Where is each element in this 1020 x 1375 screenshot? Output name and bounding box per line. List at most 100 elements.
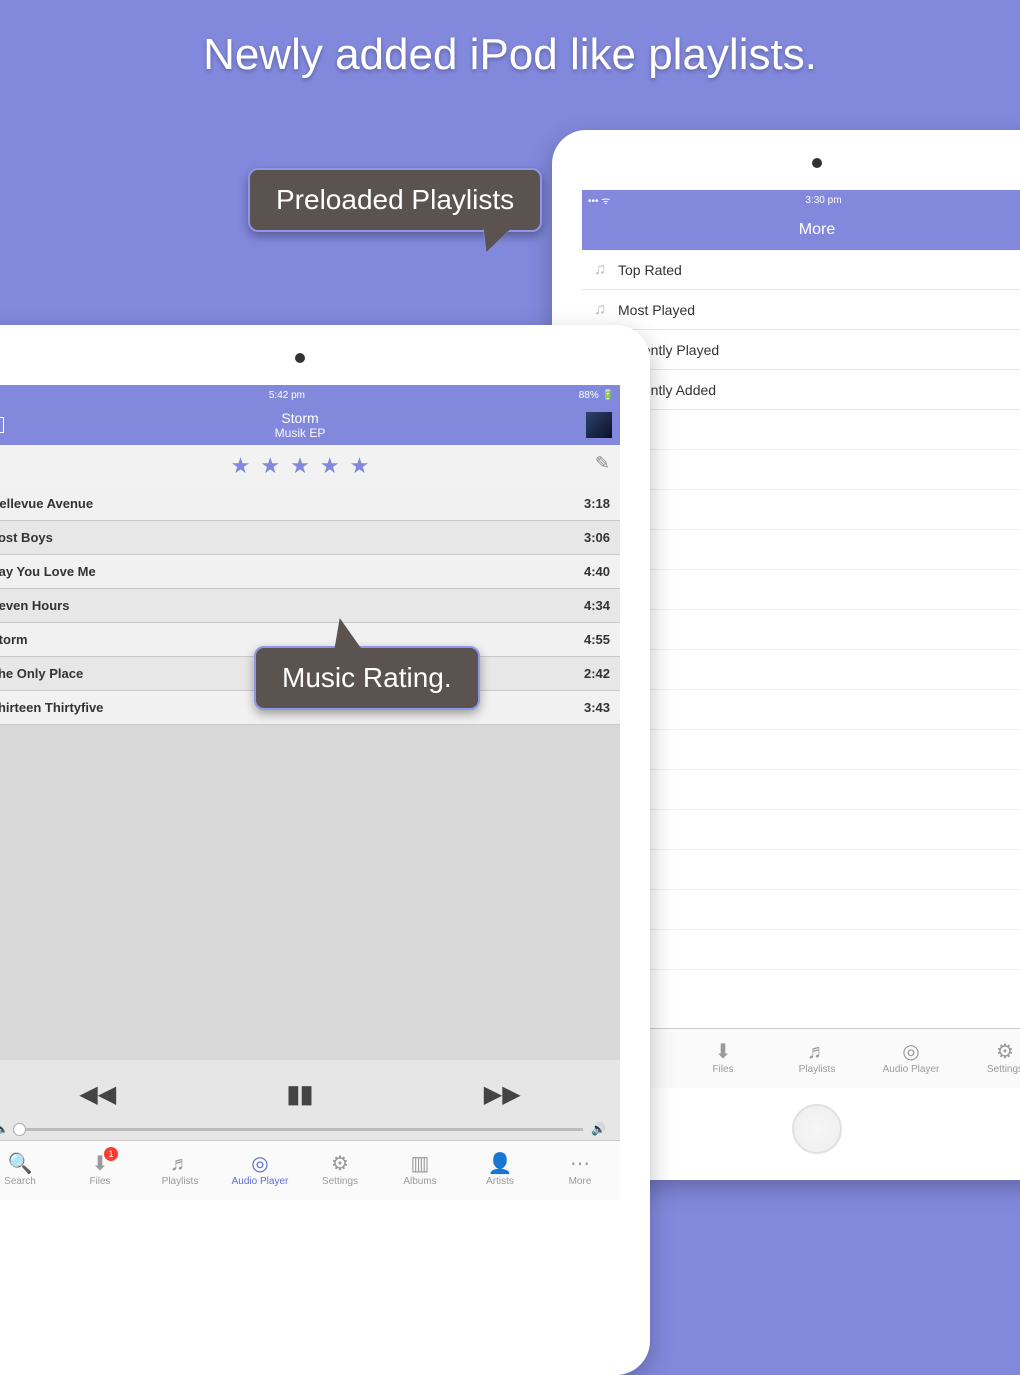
gear-icon: ⚙ xyxy=(996,1042,1014,1062)
tab-playlists[interactable]: ♬ Playlists xyxy=(770,1029,864,1088)
status-bar: ᯤ 5:42 pm 88% 🔋 xyxy=(0,385,620,405)
download-icon: ⬇ xyxy=(715,1042,732,1062)
now-playing-album: Musik EP xyxy=(275,426,326,440)
tab-bar: 🔍Search ⬇1Files ♬Playlists ◎Audio Player… xyxy=(0,1140,620,1200)
tab-label: Search xyxy=(4,1176,36,1187)
camera-dot xyxy=(812,158,822,168)
disc-icon: ◎ xyxy=(251,1154,268,1174)
empty-area xyxy=(0,725,620,1060)
track-duration: 4:55 xyxy=(584,632,610,647)
status-bar: ••• ᯤ 3:30 pm ▢ xyxy=(582,190,1020,210)
track-duration: 4:40 xyxy=(584,564,610,579)
track-duration: 3:18 xyxy=(584,496,610,511)
playlist-icon: ♬ xyxy=(170,1154,190,1174)
track-title: Seven Hours xyxy=(0,598,69,613)
track-row[interactable]: Bellevue Avenue 3:18 xyxy=(0,487,620,521)
tab-settings[interactable]: ⚙ Settings xyxy=(958,1029,1020,1088)
tab-label: Playlists xyxy=(162,1176,199,1187)
nav-title: More xyxy=(799,221,835,239)
track-title: Storm xyxy=(0,632,28,647)
track-row[interactable]: Say You Love Me 4:40 xyxy=(0,555,620,589)
track-duration: 2:42 xyxy=(584,666,610,681)
track-title: The Only Place xyxy=(0,666,83,681)
playlist-icon: ♬ xyxy=(807,1042,827,1062)
screen-left: ᯤ 5:42 pm 88% 🔋 Storm Musik EP ★ ★ ★ ★ ★… xyxy=(0,385,620,1283)
track-title: Thirteen Thirtyfive xyxy=(0,700,103,715)
tab-label: Audio Player xyxy=(883,1064,940,1075)
tab-label: More xyxy=(569,1176,592,1187)
badge: 1 xyxy=(104,1147,118,1161)
back-button[interactable] xyxy=(0,417,4,433)
transport-controls: ◀◀ ▮▮ ▶▶ 🔈 🔊 xyxy=(0,1060,620,1140)
playlist-label: Top Rated xyxy=(618,262,682,278)
rewind-button[interactable]: ◀◀ xyxy=(79,1080,116,1109)
artist-icon: 👤 xyxy=(488,1154,513,1174)
track-duration: 3:43 xyxy=(584,700,610,715)
search-icon: 🔍 xyxy=(8,1154,33,1174)
tab-albums[interactable]: ▥ Albums xyxy=(380,1141,460,1200)
volume-low-icon: 🔈 xyxy=(0,1122,9,1136)
home-button[interactable] xyxy=(792,1104,842,1154)
playlist-row[interactable]: ♫ Top Rated xyxy=(582,250,1020,290)
playlist-row[interactable]: ♫ Most Played xyxy=(582,290,1020,330)
star-icon[interactable]: ★ xyxy=(320,453,340,479)
tab-label: Files xyxy=(712,1064,733,1075)
track-duration: 4:34 xyxy=(584,598,610,613)
rating-bar[interactable]: ★ ★ ★ ★ ★ ✎ xyxy=(0,445,620,487)
track-row[interactable]: Lost Boys 3:06 xyxy=(0,521,620,555)
volume-high-icon: 🔊 xyxy=(591,1122,606,1136)
track-duration: 3:06 xyxy=(584,530,610,545)
track-title: Bellevue Avenue xyxy=(0,496,93,511)
tab-label: Settings xyxy=(987,1064,1020,1075)
track-title: Say You Love Me xyxy=(0,564,96,579)
edit-icon[interactable]: ✎ xyxy=(595,453,610,474)
pause-button[interactable]: ▮▮ xyxy=(287,1080,313,1109)
tab-files[interactable]: ⬇1Files xyxy=(60,1141,140,1200)
camera-dot xyxy=(295,353,305,363)
star-icon[interactable]: ★ xyxy=(260,453,280,479)
track-row[interactable]: Seven Hours 4:34 xyxy=(0,589,620,623)
status-time: 5:42 pm xyxy=(0,390,579,401)
tab-more[interactable]: ⋯ More xyxy=(540,1141,620,1200)
gear-icon: ⚙ xyxy=(331,1154,349,1174)
playlist-label: Most Played xyxy=(618,302,695,318)
tab-settings[interactable]: ⚙ Settings xyxy=(300,1141,380,1200)
nav-bar: More xyxy=(582,210,1020,250)
star-icon[interactable]: ★ xyxy=(231,453,251,479)
tab-label: Playlists xyxy=(799,1064,836,1075)
tab-audio-player[interactable]: ◎ Audio Player xyxy=(864,1029,958,1088)
tab-label: Audio Player xyxy=(232,1176,289,1187)
promo-headline: Newly added iPod like playlists. xyxy=(0,30,1020,80)
status-battery: 88% 🔋 xyxy=(579,390,614,401)
tab-label: Files xyxy=(89,1176,110,1187)
tab-label: Artists xyxy=(486,1176,514,1187)
tab-files[interactable]: ⬇ Files xyxy=(676,1029,770,1088)
more-icon: ⋯ xyxy=(570,1154,590,1174)
album-icon: ▥ xyxy=(411,1154,430,1174)
music-note-icon: ♫ xyxy=(594,261,606,279)
callout-preloaded: Preloaded Playlists xyxy=(248,168,542,232)
tab-label: Settings xyxy=(322,1176,358,1187)
callout-text: Music Rating. xyxy=(282,662,452,694)
tab-audio-player[interactable]: ◎ Audio Player xyxy=(220,1141,300,1200)
tab-playlists[interactable]: ♬ Playlists xyxy=(140,1141,220,1200)
album-art-thumb[interactable] xyxy=(586,412,612,438)
tab-search[interactable]: 🔍 Search xyxy=(0,1141,60,1200)
callout-text: Preloaded Playlists xyxy=(276,184,514,215)
tab-artists[interactable]: 👤 Artists xyxy=(460,1141,540,1200)
seek-slider[interactable] xyxy=(17,1128,583,1131)
status-time: 3:30 pm xyxy=(610,195,1020,206)
status-signal: ••• ᯤ xyxy=(588,193,610,207)
disc-icon: ◎ xyxy=(902,1042,919,1062)
callout-tip xyxy=(473,228,512,252)
callout-rating: Music Rating. xyxy=(254,646,480,710)
ipad-left: ᯤ 5:42 pm 88% 🔋 Storm Musik EP ★ ★ ★ ★ ★… xyxy=(0,325,650,1375)
now-playing-title: Storm xyxy=(281,410,318,426)
forward-button[interactable]: ▶▶ xyxy=(484,1080,521,1109)
star-icon[interactable]: ★ xyxy=(350,453,370,479)
track-title: Lost Boys xyxy=(0,530,53,545)
star-icon[interactable]: ★ xyxy=(290,453,310,479)
nav-bar: Storm Musik EP xyxy=(0,405,620,445)
tab-label: Albums xyxy=(403,1176,436,1187)
music-note-icon: ♫ xyxy=(594,301,606,319)
